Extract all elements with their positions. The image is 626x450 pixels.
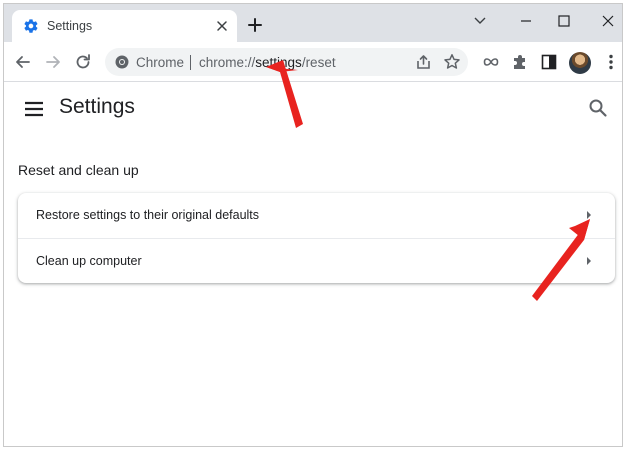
minimize-icon[interactable] (515, 10, 537, 32)
section-title: Reset and clean up (18, 162, 139, 178)
restore-defaults-row[interactable]: Restore settings to their original defau… (18, 193, 615, 238)
puzzle-icon[interactable] (510, 52, 530, 72)
arrow-right-icon[interactable] (43, 52, 63, 72)
reload-icon[interactable] (73, 52, 93, 72)
url-text[interactable]: chrome://settings/reset (199, 55, 336, 70)
omnibox-divider (190, 55, 191, 70)
site-label: Chrome (136, 55, 185, 70)
kebab-menu-icon[interactable] (601, 52, 621, 72)
page-title: Settings (59, 95, 135, 118)
close-window-icon[interactable] (597, 10, 619, 32)
maximize-icon[interactable] (553, 10, 575, 32)
search-icon[interactable] (588, 98, 608, 118)
side-panel-icon[interactable] (539, 52, 559, 72)
url-host: settings (255, 55, 302, 70)
tab-title: Settings (47, 19, 93, 33)
restore-defaults-label: Restore settings to their original defau… (36, 208, 260, 222)
chevron-right-icon (587, 257, 591, 265)
close-icon[interactable] (213, 17, 231, 35)
tab-settings[interactable]: Settings (12, 10, 237, 42)
url-path: /reset (301, 55, 336, 70)
chrome-logo-icon (115, 55, 129, 69)
clean-up-computer-label: Clean up computer (36, 254, 142, 268)
hamburger-menu-icon[interactable] (24, 101, 44, 117)
new-tab-plus-icon[interactable] (247, 17, 263, 33)
clean-up-computer-row[interactable]: Clean up computer (18, 238, 615, 283)
chevron-down-icon[interactable] (469, 10, 491, 32)
tab-strip: Settings (4, 4, 622, 42)
toolbar: Chrome chrome://settings/reset (4, 42, 622, 82)
share-icon[interactable] (414, 52, 434, 72)
browser-window: Settings Chrome chrome://settings/reset … (3, 3, 623, 447)
settings-gear-icon (24, 19, 38, 33)
reset-card: Restore settings to their original defau… (18, 193, 615, 283)
star-icon[interactable] (442, 52, 462, 72)
address-bar[interactable]: Chrome chrome://settings/reset (105, 48, 468, 76)
url-scheme: chrome:// (199, 55, 256, 70)
settings-page: Settings Reset and clean up Restore sett… (4, 83, 622, 446)
chevron-right-icon (587, 211, 591, 219)
arrow-left-icon[interactable] (13, 52, 33, 72)
avatar[interactable] (569, 52, 591, 74)
infinity-extension-icon[interactable] (481, 52, 501, 72)
